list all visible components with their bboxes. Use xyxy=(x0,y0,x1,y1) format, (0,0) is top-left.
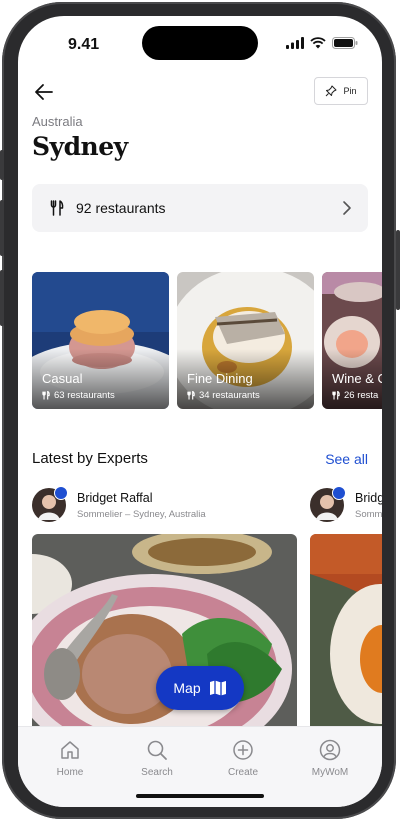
tab-mywom[interactable]: MyWoM xyxy=(290,739,370,778)
signal-icon xyxy=(286,37,304,49)
category-count: 26 resta xyxy=(332,390,378,401)
breadcrumb-country[interactable]: Australia xyxy=(32,114,83,129)
category-card-casual[interactable]: Casual 63 restaurants xyxy=(32,272,169,409)
category-count: 34 restaurants xyxy=(187,390,260,401)
plus-circle-icon xyxy=(233,740,253,760)
pin-button[interactable]: Pin xyxy=(314,77,368,105)
verified-badge-icon xyxy=(54,486,68,500)
category-card-wine[interactable]: Wine & C 26 resta xyxy=(322,272,382,409)
category-name: Wine & C xyxy=(332,371,382,386)
expert-role: Sommelier – Sydney, Australia xyxy=(77,508,206,520)
fork-knife-icon xyxy=(50,200,64,216)
expert-role: Somm xyxy=(355,508,382,520)
category-count: 63 restaurants xyxy=(42,390,115,401)
expert-header[interactable]: Bridget Raffal Sommelier – Sydney, Austr… xyxy=(32,486,206,522)
fork-knife-icon xyxy=(187,391,195,400)
status-icons xyxy=(286,37,358,49)
expert-post-photo[interactable] xyxy=(310,534,382,734)
pin-icon xyxy=(326,85,337,97)
expert-name: Bridget Raffal xyxy=(77,490,153,505)
tab-label: Create xyxy=(227,767,258,778)
verified-badge-icon xyxy=(332,486,346,500)
page-title: Sydney xyxy=(32,132,128,161)
phone-action-button xyxy=(0,150,4,180)
see-all-link[interactable]: See all xyxy=(325,451,368,467)
fork-knife-icon xyxy=(332,391,340,400)
category-count-label: 26 resta xyxy=(344,390,379,401)
tab-label: Home xyxy=(56,767,84,778)
home-indicator xyxy=(136,794,264,798)
avatar xyxy=(310,486,346,522)
dynamic-island xyxy=(142,26,258,60)
food-photo-image xyxy=(310,534,382,734)
tab-label: Search xyxy=(141,767,173,778)
category-count-label: 63 restaurants xyxy=(54,390,115,401)
section-title: Latest by Experts xyxy=(32,450,148,467)
user-icon xyxy=(319,739,341,761)
tab-search[interactable]: Search xyxy=(117,739,197,778)
wifi-icon xyxy=(310,37,326,49)
map-icon xyxy=(209,680,226,696)
map-button-label: Map xyxy=(173,680,201,696)
fork-knife-icon xyxy=(42,391,50,400)
phone-volume-up xyxy=(0,200,4,256)
category-count-label: 34 restaurants xyxy=(199,390,260,401)
restaurants-count-label: 92 restaurants xyxy=(76,200,166,216)
expert-name: Bridg xyxy=(355,490,382,505)
search-icon xyxy=(147,740,167,760)
avatar xyxy=(32,486,68,522)
home-icon xyxy=(61,741,79,759)
app-screen: 9.41 Pin Australia Sydney 92 restaurants… xyxy=(18,16,382,807)
category-card-fine-dining[interactable]: Fine Dining 34 restaurants xyxy=(177,272,314,409)
chevron-right-icon xyxy=(343,201,351,215)
tab-home[interactable]: Home xyxy=(30,739,110,778)
phone-power-button xyxy=(396,230,400,310)
status-time: 9.41 xyxy=(68,36,100,53)
tab-create[interactable]: Create xyxy=(203,739,283,778)
map-button[interactable]: Map xyxy=(156,666,244,710)
back-arrow-icon[interactable] xyxy=(32,80,56,104)
category-carousel: Casual 63 restaurants Fine Dining 34 res… xyxy=(32,272,382,410)
phone-volume-down xyxy=(0,270,4,326)
battery-icon xyxy=(332,37,358,49)
pin-label: Pin xyxy=(343,86,357,96)
expert-info: Bridget Raffal Sommelier – Sydney, Austr… xyxy=(77,491,206,520)
tab-label: MyWoM xyxy=(311,767,349,778)
expert-header[interactable]: Bridg Somm xyxy=(310,486,382,522)
expert-info: Bridg Somm xyxy=(355,491,382,520)
category-name: Casual xyxy=(42,371,83,386)
category-name: Fine Dining xyxy=(187,371,253,386)
restaurants-count-card[interactable]: 92 restaurants xyxy=(32,184,368,232)
